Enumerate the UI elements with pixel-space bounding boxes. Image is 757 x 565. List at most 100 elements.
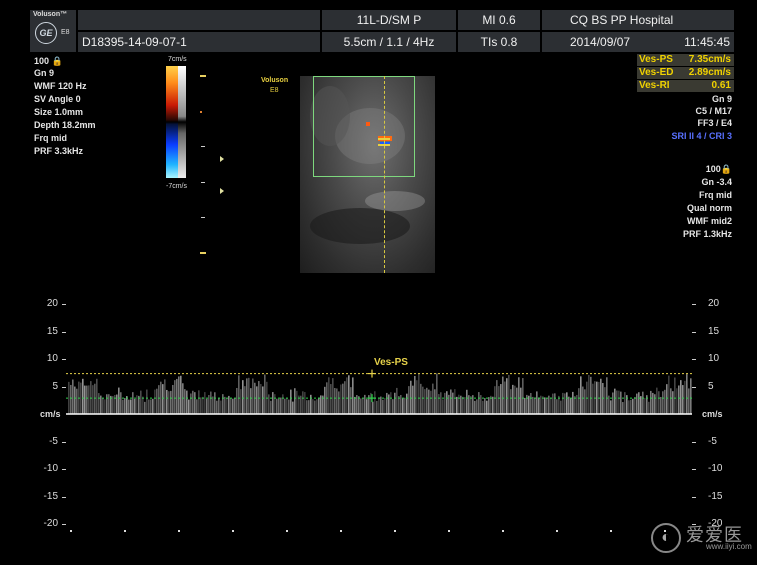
spectrum-trace — [384, 398, 386, 414]
velocity-tick-mark — [62, 304, 66, 305]
spectrum-trace — [690, 378, 692, 414]
sample-volume-gate[interactable] — [378, 138, 390, 146]
depth-marker — [200, 111, 202, 113]
voluson-logo: Voluson™ GE E8 — [30, 10, 76, 52]
spectrum-trace — [446, 391, 448, 414]
velocity-unit-left: cm/s — [40, 409, 61, 419]
spectrum-trace — [294, 388, 296, 414]
spectrum-trace — [94, 383, 96, 414]
spectrum-trace — [108, 394, 110, 414]
spectrum-trace — [454, 389, 456, 414]
spectrum-trace — [474, 400, 476, 414]
spectrum-trace — [534, 397, 536, 414]
bmode-brand-label: Voluson — [261, 77, 289, 84]
spectrum-trace — [140, 390, 142, 414]
measurement-ves-ed: Ves-ED 2.89cm/s — [637, 67, 734, 79]
spectrum-trace — [324, 386, 326, 414]
velocity-tick-mark — [62, 441, 66, 443]
spectrum-trace — [316, 399, 318, 414]
spectrum-trace — [378, 397, 380, 414]
measurement-label: Ves-RI — [639, 80, 670, 91]
spectrum-trace — [476, 399, 478, 414]
spectrum-trace — [226, 398, 228, 414]
spectrum-trace — [228, 395, 230, 414]
spectrum-trace — [636, 393, 638, 414]
spectrum-trace — [124, 398, 126, 414]
spectrum-trace — [614, 388, 616, 414]
spectrum-trace — [532, 396, 534, 414]
gray-scale-bar — [178, 66, 186, 178]
spectrum-trace — [170, 390, 172, 414]
param-gain: Gn 9 — [34, 68, 55, 78]
spectrum-trace — [114, 394, 116, 414]
spectrum-trace — [648, 401, 650, 414]
spectrum-trace — [302, 391, 304, 414]
spectrum-trace — [352, 377, 354, 414]
spectrum-trace — [568, 396, 570, 414]
velocity-tick-mark — [62, 386, 66, 388]
spectrum-trace — [458, 394, 460, 414]
spectrum-trace — [122, 399, 124, 414]
velocity-tick-mark — [692, 304, 696, 305]
spectrum-trace — [240, 389, 242, 414]
spectrum-trace — [576, 394, 578, 414]
doppler-cursor-line[interactable] — [384, 76, 385, 273]
watermark-url: www.iiyi.com — [706, 542, 752, 551]
spectrum-trace — [286, 397, 288, 414]
spectrum-trace — [90, 381, 92, 414]
spectrum-trace — [216, 400, 218, 414]
color-roi-box[interactable] — [313, 76, 415, 177]
param-frq: Frq mid — [34, 133, 67, 143]
spectrum-trace — [234, 397, 236, 414]
velocity-tick-mark — [62, 331, 66, 333]
spectrum-trace — [278, 398, 280, 414]
spectrum-trace — [154, 389, 156, 414]
spectrum-trace — [178, 376, 180, 414]
spectrum-trace — [256, 386, 258, 414]
spectrum-trace — [190, 393, 192, 414]
spectrum-trace — [364, 394, 366, 414]
velocity-tick-mark — [692, 496, 696, 498]
spectrum-trace — [398, 396, 400, 414]
velocity-unit-right: cm/s — [702, 409, 723, 419]
spectrum-trace — [332, 378, 334, 414]
spectrum-trace — [360, 398, 362, 414]
spectrum-trace — [196, 399, 198, 414]
spectrum-trace — [562, 392, 564, 414]
spectrum-trace — [668, 375, 670, 414]
spectrum-trace — [468, 395, 470, 414]
velocity-tick-label: 10 — [708, 353, 720, 364]
spectrum-trace — [280, 397, 282, 414]
b-mode-image — [300, 76, 435, 273]
spectrum-trace — [312, 399, 314, 414]
spectrum-trace — [412, 385, 414, 414]
velocity-tick-mark — [692, 331, 696, 333]
spectrum-trace — [608, 395, 610, 414]
spectrum-trace — [684, 380, 686, 414]
spectrum-trace — [438, 394, 440, 414]
spectrum-trace — [420, 383, 422, 414]
spectrum-trace — [86, 385, 88, 414]
velocity-tick-label: -5 — [708, 435, 717, 447]
spectrum-trace — [578, 388, 580, 414]
time-tick — [70, 530, 72, 532]
depth-tick — [201, 217, 205, 218]
spectrum-trace — [88, 385, 90, 414]
spectrum-trace — [652, 392, 654, 414]
spectrum-trace — [92, 385, 94, 414]
spectrum-trace — [130, 399, 132, 414]
spectrum-trace — [188, 399, 190, 414]
spectrum-trace — [354, 396, 356, 414]
spectrum-trace — [590, 376, 592, 414]
spectrum-trace — [544, 397, 546, 414]
spectrum-trace — [186, 390, 188, 414]
spectrum-trace — [600, 378, 602, 414]
time-tick — [178, 530, 180, 532]
spectrum-trace — [504, 381, 506, 414]
spectrum-trace — [132, 392, 134, 414]
focus-marker-icon — [220, 156, 224, 162]
bmode-model-label: E8 — [270, 87, 279, 94]
spectrum-trace — [512, 384, 514, 414]
spectrum-trace — [530, 393, 532, 414]
spectrum-trace — [442, 399, 444, 414]
